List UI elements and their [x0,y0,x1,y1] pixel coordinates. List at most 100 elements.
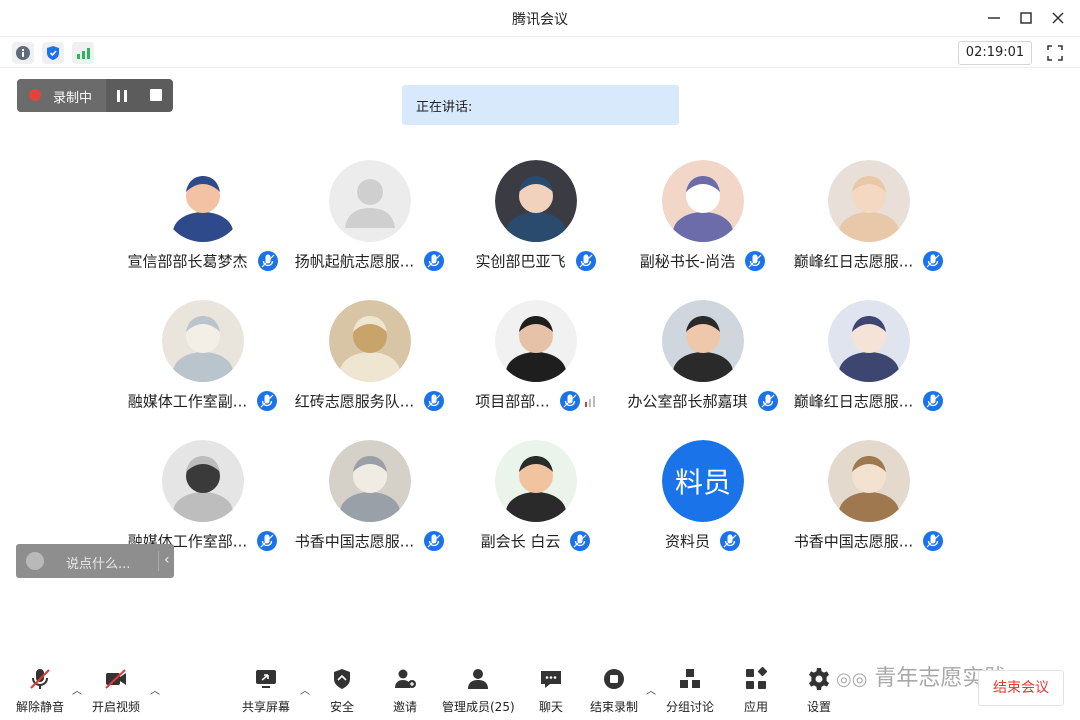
chat-placeholder: 说点什么... [66,557,131,572]
info-icon[interactable] [12,42,34,64]
close-icon[interactable] [1048,8,1068,28]
members-icon [468,669,488,689]
chat-button[interactable]: 聊天 [515,666,587,720]
participant-name: 书香中国志愿服... [294,532,415,551]
stop-icon[interactable] [149,88,163,102]
recording-status: 录制中 [17,79,106,112]
participant-tile[interactable]: 实创部巴亚飞 [453,160,619,290]
unmute-label: 解除静音 [15,700,64,714]
participant-tile[interactable]: 项目部部... [453,300,619,430]
volume-level-icon [584,396,595,407]
chat-input-bar[interactable]: 说点什么... ‹ [16,544,174,578]
share-screen-button[interactable]: 共享屏幕 [230,666,302,720]
avatar [495,440,577,522]
participant-tile[interactable]: 副秘书长-尚浩 [620,160,786,290]
participant-name: 融媒体工作室副... [127,392,248,411]
participant-name: 扬帆起航志愿服... [294,252,415,271]
participant-tile[interactable]: 融媒体工作室副... [120,300,286,430]
avatar [662,160,744,242]
participant-name: 副会长 白云 [480,532,561,551]
mic-muted-icon [922,250,944,272]
share-screen-icon [256,670,276,688]
avatar [329,160,411,242]
participant-name: 办公室部长郝嘉琪 [627,392,748,411]
signal-icon[interactable] [72,42,94,64]
apps-icon [746,666,768,689]
participant-tile[interactable]: 书香中国志愿服... [287,440,453,570]
mic-muted-icon [744,250,766,272]
participant-name: 巅峰红日志愿服... [793,252,914,271]
recording-label: 录制中 [53,91,93,106]
avatar-text-icon: 料员 [662,440,744,522]
meeting-timer: 02:19:01 [958,41,1032,65]
participant-tile[interactable]: 书香中国志愿服... [786,440,952,570]
chat-icon [541,671,561,688]
pause-icon[interactable] [114,88,130,104]
invite-button[interactable]: 邀请 [369,666,441,720]
avatar [162,300,244,382]
avatar [329,300,411,382]
participant-name: 项目部部... [475,392,550,411]
participant-name: 资料员 [664,532,710,551]
avatar [828,440,910,522]
mic-muted-icon [719,530,741,552]
security-icon [334,669,350,689]
avatar [495,300,577,382]
emoji-icon[interactable] [26,552,44,570]
avatar [162,440,244,522]
chevron-up-icon[interactable]: ︿ [150,682,160,697]
avatar [662,300,744,382]
record-dot-icon [29,89,41,101]
muted-mic-icon [30,669,50,689]
video-label: 开启视频 [91,700,140,714]
unmute-button[interactable]: 解除静音 [4,666,76,720]
gear-icon [809,668,829,690]
avatar [828,160,910,242]
divider [158,551,159,571]
shield-icon[interactable] [42,42,64,64]
participant-tile[interactable]: 料员 资料员 [620,440,786,570]
members-label: 管理成员(25) [442,700,515,714]
share-label: 共享屏幕 [241,700,290,714]
avatar [828,300,910,382]
apps-button[interactable]: 应用 [720,666,792,720]
collapse-icon[interactable]: ‹ [164,552,170,568]
security-button[interactable]: 安全 [306,666,378,720]
title-bar: 腾讯会议 [0,0,1080,36]
avatar: 料员 [662,440,744,522]
video-button[interactable]: 开启视频 [80,666,152,720]
participant-tile[interactable]: 副会长 白云 [453,440,619,570]
stop-record-icon [604,669,624,689]
participant-name: 宣信部部长葛梦杰 [127,252,248,271]
settings-label: 设置 [806,700,831,714]
participant-tile[interactable]: 巅峰红日志愿服... [786,300,952,430]
maximize-icon[interactable] [1016,8,1036,28]
participant-tile[interactable]: 红砖志愿服务队... [287,300,453,430]
participant-name: 红砖志愿服务队... [294,392,415,411]
fullscreen-icon[interactable] [1045,43,1065,63]
participant-tile[interactable]: 宣信部部长葛梦杰 [120,160,286,290]
participant-name: 副秘书长-尚浩 [639,252,736,271]
video-off-icon [105,669,126,689]
end-meeting-button[interactable]: 结束会议 [978,670,1064,706]
apps-label: 应用 [743,700,768,714]
breakout-label: 分组讨论 [665,700,714,714]
members-button[interactable]: 管理成员(25) [442,666,515,720]
minimize-icon[interactable] [984,8,1004,28]
window-title: 腾讯会议 [512,12,568,28]
mic-muted-icon [559,390,581,412]
svg-text:料员: 料员 [675,466,731,499]
avatar [495,160,577,242]
mic-muted-icon [922,530,944,552]
participant-tile[interactable]: 办公室部长郝嘉琪 [620,300,786,430]
invite-label: 邀请 [392,700,417,714]
info-bar: 02:19:01 [0,36,1080,68]
breakout-button[interactable]: 分组讨论 [654,666,726,720]
participant-name: 巅峰红日志愿服... [793,392,914,411]
end-recording-button[interactable]: 结束录制 [578,666,650,720]
speaking-banner: 正在讲话: [402,85,679,125]
participant-tile[interactable]: 巅峰红日志愿服... [786,160,952,290]
participant-tile[interactable]: 扬帆起航志愿服... [287,160,453,290]
security-label: 安全 [329,700,354,714]
mic-muted-icon [922,390,944,412]
